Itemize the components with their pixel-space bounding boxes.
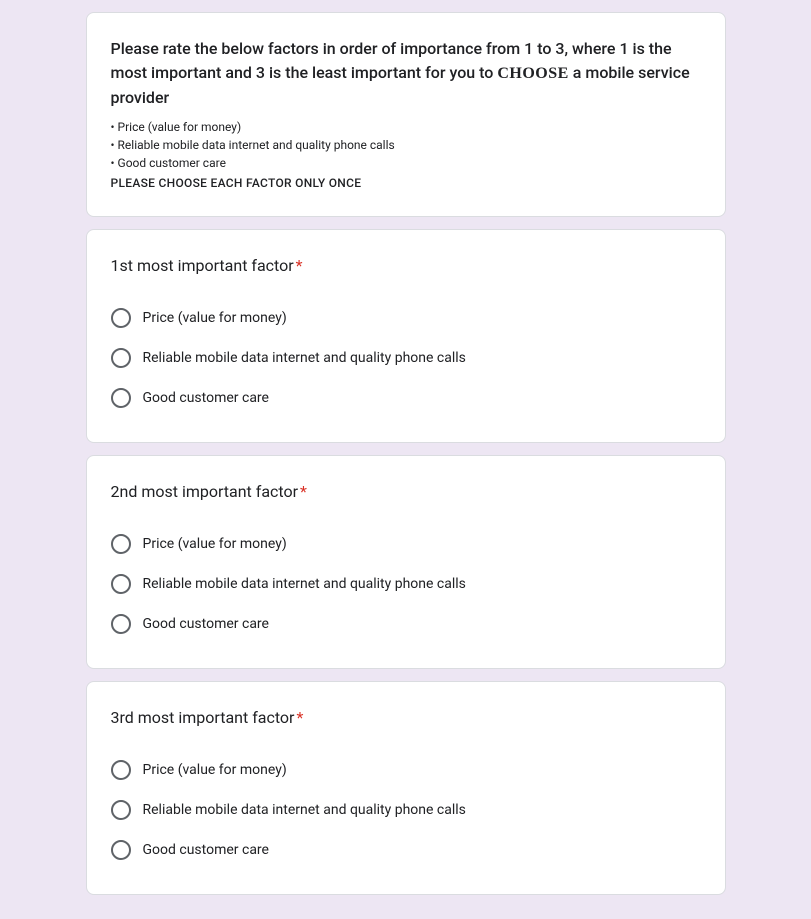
- form-container: Please rate the below factors in order o…: [86, 0, 726, 919]
- question-title: 3rd most important factor*: [111, 706, 701, 730]
- option-label: Price (value for money): [143, 760, 287, 780]
- question-title-text: 2nd most important factor: [111, 482, 299, 501]
- radio-icon: [111, 534, 131, 554]
- radio-icon: [111, 840, 131, 860]
- question-title-text: 1st most important factor: [111, 256, 294, 275]
- option-label: Reliable mobile data internet and qualit…: [143, 348, 466, 368]
- radio-icon: [111, 760, 131, 780]
- intro-bullet: • Reliable mobile data internet and qual…: [111, 136, 701, 154]
- radio-option[interactable]: Reliable mobile data internet and qualit…: [111, 564, 701, 604]
- radio-icon: [111, 388, 131, 408]
- intro-description: • Price (value for money) • Reliable mob…: [111, 118, 701, 192]
- radio-option[interactable]: Reliable mobile data internet and qualit…: [111, 338, 701, 378]
- question-title: 1st most important factor*: [111, 254, 701, 278]
- intro-footer: PLEASE CHOOSE EACH FACTOR ONLY ONCE: [111, 174, 701, 192]
- question-card-2: 2nd most important factor* Price (value …: [86, 455, 726, 669]
- required-mark: *: [296, 256, 303, 275]
- option-label: Good customer care: [143, 388, 269, 408]
- option-label: Reliable mobile data internet and qualit…: [143, 800, 466, 820]
- question-card-1: 1st most important factor* Price (value …: [86, 229, 726, 443]
- radio-icon: [111, 800, 131, 820]
- radio-option[interactable]: Good customer care: [111, 604, 701, 644]
- option-label: Reliable mobile data internet and qualit…: [143, 574, 466, 594]
- radio-option[interactable]: Good customer care: [111, 830, 701, 870]
- intro-title: Please rate the below factors in order o…: [111, 37, 701, 110]
- radio-icon: [111, 614, 131, 634]
- option-label: Price (value for money): [143, 308, 287, 328]
- intro-bullet: • Price (value for money): [111, 118, 701, 136]
- radio-option[interactable]: Price (value for money): [111, 298, 701, 338]
- radio-option[interactable]: Good customer care: [111, 378, 701, 418]
- option-label: Good customer care: [143, 840, 269, 860]
- required-mark: *: [296, 708, 303, 727]
- intro-bullet: • Good customer care: [111, 154, 701, 172]
- radio-option[interactable]: Price (value for money): [111, 750, 701, 790]
- question-card-3: 3rd most important factor* Price (value …: [86, 681, 726, 895]
- question-title: 2nd most important factor*: [111, 480, 701, 504]
- intro-card: Please rate the below factors in order o…: [86, 12, 726, 217]
- radio-option[interactable]: Reliable mobile data internet and qualit…: [111, 790, 701, 830]
- option-label: Good customer care: [143, 614, 269, 634]
- option-label: Price (value for money): [143, 534, 287, 554]
- radio-option[interactable]: Price (value for money): [111, 524, 701, 564]
- radio-icon: [111, 348, 131, 368]
- radio-icon: [111, 308, 131, 328]
- intro-title-choose: CHOOSE: [497, 65, 568, 82]
- question-title-text: 3rd most important factor: [111, 708, 295, 727]
- radio-icon: [111, 574, 131, 594]
- required-mark: *: [300, 482, 307, 501]
